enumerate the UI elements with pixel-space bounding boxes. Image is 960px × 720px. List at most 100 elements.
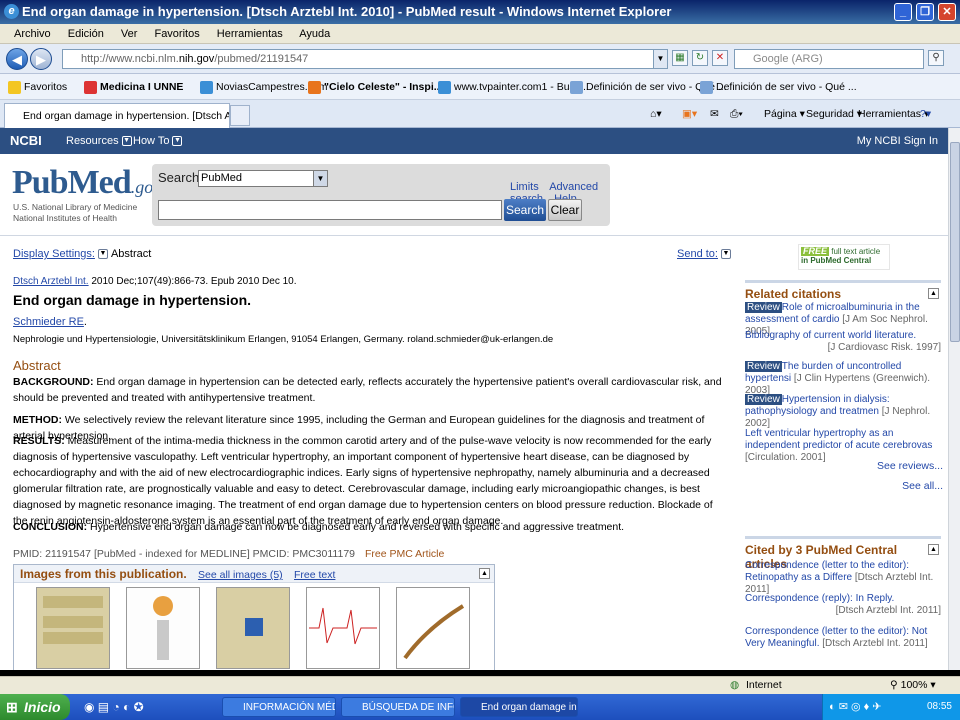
menu-ver[interactable]: Ver <box>121 28 138 40</box>
minimize-button[interactable]: _ <box>894 3 912 21</box>
globe-icon: ◍ <box>730 679 740 691</box>
page-content: NCBI Resources ▼ How To ▼ My NCBI Sign In … <box>0 128 948 670</box>
collapse-icon[interactable]: ▲ <box>928 288 939 299</box>
figure-thumbnail-1[interactable] <box>36 587 110 669</box>
ncbi-logo[interactable]: NCBI <box>10 128 42 154</box>
url-input[interactable]: http://www.ncbi.nlm.nih.gov/pubmed/21191… <box>62 49 668 69</box>
journal-link[interactable]: Dtsch Arztebl Int. <box>13 276 89 287</box>
google-search-input[interactable]: Google (ARG) <box>734 49 924 69</box>
close-button[interactable]: ✕ <box>938 3 956 21</box>
menu-herramientas[interactable]: Herramientas <box>217 28 283 40</box>
abstract-heading: Abstract <box>13 358 61 373</box>
help-icon[interactable]: ?▾ <box>920 104 931 124</box>
display-settings[interactable]: Display Settings: ▼ Abstract <box>13 248 151 260</box>
fav-item-medicina[interactable]: Medicina I UNNE <box>84 74 183 99</box>
compatibility-icon[interactable]: ▦ <box>672 50 688 66</box>
resources-menu[interactable]: Resources ▼ <box>66 128 132 154</box>
related-citations-heading: Related citations ▲ <box>745 280 941 301</box>
favorites-button[interactable]: Favoritos <box>8 74 67 99</box>
figure-thumbnail-5[interactable] <box>396 587 470 669</box>
security-menu[interactable]: Seguridad ▾ <box>806 104 862 124</box>
clear-button[interactable]: Clear <box>548 199 582 221</box>
search-button[interactable]: Search <box>504 199 546 221</box>
cited-item[interactable]: Correspondence (letter to the editor): R… <box>745 560 941 596</box>
scrollbar-thumb[interactable] <box>950 142 960 342</box>
vertical-scrollbar[interactable] <box>948 128 960 670</box>
windows-logo-icon: ⊞ <box>6 699 18 715</box>
url-dropdown-icon[interactable]: ▼ <box>653 50 667 68</box>
chevron-down-icon: ▼ <box>121 136 132 147</box>
feeds-icon[interactable]: ▣▾ <box>682 104 697 124</box>
blogger-icon <box>308 80 321 94</box>
sidebar: FREE full text article in PubMed Central… <box>745 236 945 666</box>
article-title: End organ damage in hypertension. <box>13 292 252 308</box>
related-item[interactable]: Bibliography of current world literature… <box>745 330 941 354</box>
stop-icon[interactable]: ✕ <box>712 50 728 66</box>
related-item[interactable]: Left ventricular hypertrophy as an indep… <box>745 428 941 464</box>
favorites-bar: Favoritos Medicina I UNNE NoviasCampestr… <box>0 74 960 100</box>
taskbar-item-informacion[interactable]: INFORMACIÓN MÉDI... <box>222 697 336 717</box>
limits-link[interactable]: Limits <box>510 181 539 193</box>
figure-thumbnail-2[interactable] <box>126 587 200 669</box>
new-tab-button[interactable] <box>230 105 250 126</box>
zoom-level[interactable]: ⚲ 100% ▾ <box>890 677 936 694</box>
free-pmc-link[interactable]: Free PMC Article <box>365 548 444 560</box>
menu-edicion[interactable]: Edición <box>68 28 104 40</box>
free-full-text-badge[interactable]: FREE full text article in PubMed Central <box>798 244 890 270</box>
print-icon[interactable]: ⎙▾ <box>730 104 743 124</box>
related-item[interactable]: Review Hypertension in dialysis: pathophy… <box>745 394 941 430</box>
mail-icon[interactable]: ✉ <box>710 104 719 124</box>
menu-ayuda[interactable]: Ayuda <box>299 28 330 40</box>
taskbar-item-pubmed[interactable]: End organ damage in ... <box>460 697 578 717</box>
free-text-link[interactable]: Free text <box>294 569 335 581</box>
forward-icon[interactable]: ▶ <box>30 48 52 70</box>
address-bar: ◀ ▶ http://www.ncbi.nlm.nih.gov/pubmed/2… <box>0 44 960 74</box>
collapse-icon[interactable]: ▲ <box>479 568 490 579</box>
related-item[interactable]: Review The burden of uncontrolled hyperte… <box>745 361 941 397</box>
clock[interactable]: 08:55 <box>927 701 952 712</box>
tools-menu[interactable]: Herramientas ▾ <box>858 104 929 124</box>
collapse-icon[interactable]: ▲ <box>928 544 939 555</box>
images-panel: Images from this publication. See all im… <box>13 564 495 670</box>
author-link[interactable]: Schmieder RE <box>13 316 84 328</box>
back-icon[interactable]: ◀ <box>6 48 28 70</box>
database-select[interactable]: PubMed ▼ <box>198 170 328 187</box>
taskbar-item-busqueda[interactable]: BÚSQUEDA DE INFO... <box>341 697 455 717</box>
page-menu[interactable]: Página ▾ <box>764 104 805 124</box>
maximize-button[interactable]: ❐ <box>916 3 934 21</box>
fav-item-tvpainter[interactable]: www.tvpainter.com1 - Busc... <box>438 74 589 99</box>
nlm-label: U.S. National Library of Medicine Nationa… <box>13 202 138 223</box>
home-icon[interactable]: ⌂▾ <box>650 104 662 124</box>
pubmed-logo[interactable]: PubMed.gov <box>12 164 161 204</box>
figure-thumbnail-4[interactable] <box>306 587 380 669</box>
figure-thumbnail-3[interactable] <box>216 587 290 669</box>
tray-icons[interactable]: ◐ ✉ ◎ ♦ ✈ <box>829 694 882 720</box>
howto-menu[interactable]: How To ▼ <box>133 128 183 154</box>
ie-page-icon <box>438 80 451 94</box>
start-button[interactable]: ⊞ Inicio <box>0 694 70 720</box>
affiliation: Nephrologie und Hypertensiologie, Univer… <box>13 334 554 345</box>
menu-archivo[interactable]: Archivo <box>14 28 51 40</box>
blogger-icon <box>84 80 97 94</box>
send-to-menu[interactable]: Send to: ▼ <box>677 248 731 260</box>
search-icon[interactable]: ⚲ <box>928 50 944 66</box>
author-line: Schmieder RE. <box>13 316 87 328</box>
cited-item[interactable]: Correspondence (letter to the editor): N… <box>745 626 941 650</box>
window-title: End organ damage in hypertension. [Dtsch… <box>22 4 672 19</box>
page-icon <box>700 80 713 94</box>
see-all-images-link[interactable]: See all images (5) <box>198 569 283 581</box>
abstract-conclusion: CONCLUSION: Hypertensive end organ damag… <box>13 521 625 533</box>
refresh-icon[interactable]: ↻ <box>692 50 708 66</box>
fav-item-definicion-2[interactable]: Definición de ser vivo - Qué ... <box>700 74 857 99</box>
tab-active[interactable]: End organ damage in hypertension. [Dtsch… <box>4 103 230 128</box>
see-all-link[interactable]: See all... <box>902 480 943 492</box>
search-input[interactable] <box>158 200 502 220</box>
menu-favoritos[interactable]: Favoritos <box>154 28 199 40</box>
myncbi-signin-link[interactable]: My NCBI Sign In <box>857 128 938 154</box>
quicklaunch-icons[interactable]: ◉ ▤ ◔ ◐ ✪ <box>84 694 144 720</box>
cited-item[interactable]: Correspondence (reply): In Reply. [Dtsch … <box>745 593 941 617</box>
chevron-down-icon: ▼ <box>172 136 183 147</box>
status-bar: ◍ Internet ⚲ 100% ▾ <box>0 676 960 694</box>
see-reviews-link[interactable]: See reviews... <box>877 460 943 472</box>
fav-item-cielo[interactable]: "Cielo Celeste" - Inspi... <box>308 74 442 99</box>
